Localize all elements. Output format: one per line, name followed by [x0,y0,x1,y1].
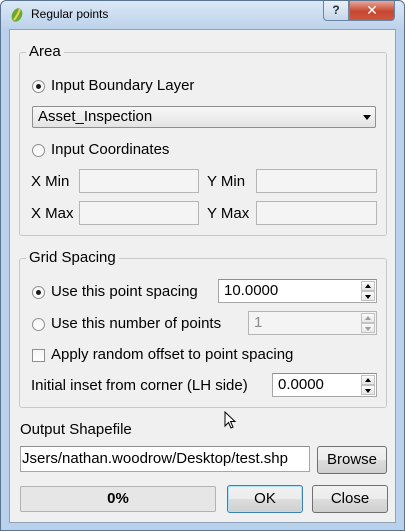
title-bar[interactable]: Regular points ? ✕ [1,1,404,29]
number-of-points-spinbox[interactable]: 1 [248,311,377,335]
window-close-button[interactable]: ✕ [349,1,395,21]
use-number-of-points-label[interactable]: Use this number of points [51,315,221,332]
x-min-input[interactable] [79,169,199,193]
spin-up-icon[interactable] [361,313,375,323]
input-boundary-layer-radio[interactable] [32,80,45,93]
boundary-layer-combo-value: Asset_Inspection [38,108,153,125]
output-shapefile-input[interactable]: Jsers/nathan.woodrow/Desktop/test.shp [20,446,310,472]
spin-down-icon[interactable] [361,385,375,395]
input-coordinates-radio[interactable] [32,144,45,157]
chevron-down-icon [363,115,371,120]
use-point-spacing-radio[interactable] [32,286,45,299]
help-button[interactable]: ? [323,1,349,21]
x-max-label: X Max [31,205,74,222]
y-min-input[interactable] [256,169,377,193]
point-spacing-spinbox[interactable]: 10.0000 [218,279,377,303]
grid-spacing-group: Grid Spacing Use this point spacing 10.0… [19,249,387,408]
mouse-cursor-icon [224,411,237,429]
browse-button[interactable]: Browse [317,446,387,474]
close-button[interactable]: Close [312,485,388,513]
dialog-window: Regular points ? ✕ Area Input Boundary L… [0,0,405,531]
random-offset-label[interactable]: Apply random offset to point spacing [51,346,293,363]
output-shapefile-label: Output Shapefile [20,421,132,438]
x-min-label: X Min [31,173,70,190]
input-boundary-layer-label[interactable]: Input Boundary Layer [51,77,194,94]
grid-spacing-group-title: Grid Spacing [26,249,119,266]
use-point-spacing-label[interactable]: Use this point spacing [51,283,198,300]
random-offset-checkbox[interactable] [32,349,45,362]
initial-inset-label: Initial inset from corner (LH side) [31,377,248,394]
input-coordinates-label[interactable]: Input Coordinates [51,141,169,158]
use-number-of-points-radio[interactable] [32,318,45,331]
y-max-label: Y Max [207,205,250,222]
initial-inset-spinbox[interactable]: 0.0000 [272,373,377,397]
ok-button[interactable]: OK [227,485,303,513]
y-min-label: Y Min [207,173,246,190]
y-max-input[interactable] [256,201,377,225]
area-group: Area Input Boundary Layer Asset_Inspecti… [19,43,387,236]
spin-down-icon[interactable] [361,323,375,333]
initial-inset-value: 0.0000 [278,376,324,393]
point-spacing-value: 10.0000 [224,282,279,299]
area-group-title: Area [26,43,64,60]
spin-down-icon[interactable] [361,291,375,301]
progress-bar: 0% [20,486,216,512]
x-max-input[interactable] [79,201,199,225]
boundary-layer-combo[interactable]: Asset_Inspection [32,106,376,128]
dialog-client-area: Area Input Boundary Layer Asset_Inspecti… [9,29,396,523]
spin-up-icon[interactable] [361,281,375,291]
number-of-points-value: 1 [254,314,263,331]
qgis-app-icon [11,8,23,22]
spin-up-icon[interactable] [361,375,375,385]
window-title: Regular points [31,7,109,21]
